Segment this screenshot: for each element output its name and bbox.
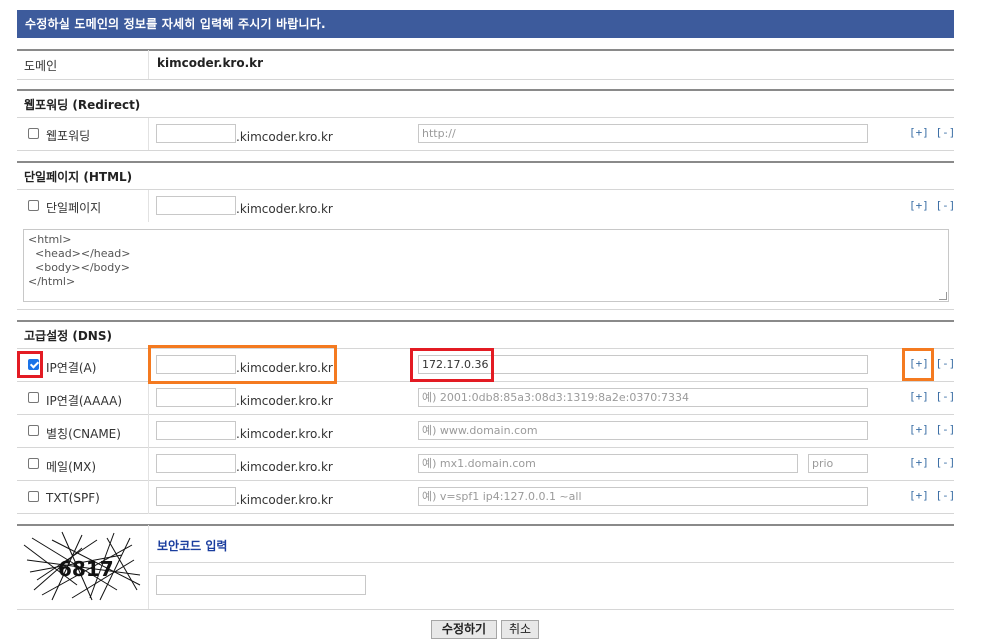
captcha-text: 6817 xyxy=(58,557,114,581)
redirect-checkbox[interactable] xyxy=(28,128,39,139)
dns-aaaa-domain-suffix: .kimcoder.kro.kr xyxy=(236,394,333,408)
redirect-domain-suffix: .kimcoder.kro.kr xyxy=(236,130,333,144)
divider xyxy=(17,320,954,322)
dns-txt-label: TXT(SPF) xyxy=(46,491,100,505)
dns-mx-subdomain-input[interactable] xyxy=(156,454,236,473)
divider xyxy=(17,117,954,118)
remove-button[interactable]: [-] xyxy=(936,199,956,212)
redirect-url-input[interactable]: http:// xyxy=(418,124,868,143)
remove-button[interactable]: [-] xyxy=(936,423,956,436)
dns-cname-subdomain-input[interactable] xyxy=(156,421,236,440)
add-button[interactable]: [+] xyxy=(909,423,929,436)
divider xyxy=(148,50,149,79)
remove-button[interactable]: [-] xyxy=(936,126,956,139)
divider xyxy=(17,309,954,310)
dns-cname-add-remove: [+] [-] xyxy=(909,423,955,436)
dns-cname-domain-suffix: .kimcoder.kro.kr xyxy=(236,427,333,441)
dns-cname-checkbox[interactable] xyxy=(28,425,39,436)
divider xyxy=(148,525,149,609)
dns-aaaa-value-input[interactable]: 예) 2001:0db8:85a3:08d3:1319:8a2e:0370:73… xyxy=(418,388,868,407)
divider xyxy=(17,150,954,151)
add-button[interactable]: [+] xyxy=(909,489,929,502)
divider xyxy=(148,118,149,150)
divider xyxy=(17,189,954,190)
divider xyxy=(17,89,954,91)
cancel-button[interactable]: 취소 xyxy=(501,620,539,639)
add-button[interactable]: [+] xyxy=(909,456,929,469)
dns-cname-label: 별칭(CNAME) xyxy=(46,427,121,441)
dns-txt-domain-suffix: .kimcoder.kro.kr xyxy=(236,493,333,507)
divider xyxy=(149,562,954,563)
remove-button[interactable]: [-] xyxy=(936,489,956,502)
add-button[interactable]: [+] xyxy=(909,390,929,403)
divider xyxy=(17,447,954,448)
dns-aaaa-label: IP연결(AAAA) xyxy=(46,394,123,408)
divider xyxy=(17,609,954,610)
dns-mx-prio-input[interactable]: prio xyxy=(808,454,868,473)
dns-txt-add-remove: [+] [-] xyxy=(909,489,955,502)
dns-mx-value-input[interactable]: 예) mx1.domain.com xyxy=(418,454,798,473)
divider xyxy=(17,49,954,51)
security-code-input[interactable] xyxy=(156,575,366,595)
highlight-checkbox xyxy=(17,351,43,378)
redirect-add-remove: [+] [-] xyxy=(909,126,955,139)
html-checkbox[interactable] xyxy=(28,200,39,211)
html-label: 단일페이지 xyxy=(46,201,102,215)
dns-aaaa-subdomain-input[interactable] xyxy=(156,388,236,407)
dns-txt-value-input[interactable]: 예) v=spf1 ip4:127.0.0.1 ~all xyxy=(418,487,868,506)
divider xyxy=(17,79,954,80)
captcha-image: 6817 xyxy=(22,530,144,602)
dns-cname-value-input[interactable]: 예) www.domain.com xyxy=(418,421,868,440)
dns-aaaa-add-remove: [+] [-] xyxy=(909,390,955,403)
redirect-section-title: 웹포워딩 (Redirect) xyxy=(24,98,141,112)
dns-txt-subdomain-input[interactable] xyxy=(156,487,236,506)
security-code-title: 보안코드 입력 xyxy=(157,539,228,553)
html-content-textarea[interactable]: <html> <head></head> <body></body> </htm… xyxy=(23,229,949,302)
domain-label: 도메인 xyxy=(24,59,58,73)
dns-mx-add-remove: [+] [-] xyxy=(909,456,955,469)
remove-button[interactable]: [-] xyxy=(936,357,956,370)
dns-mx-domain-suffix: .kimcoder.kro.kr xyxy=(236,460,333,474)
divider xyxy=(17,513,954,514)
divider xyxy=(17,480,954,481)
dns-a-label: IP연결(A) xyxy=(46,361,97,375)
html-add-remove: [+] [-] xyxy=(909,199,955,212)
highlight-add xyxy=(902,348,934,381)
dns-txt-checkbox[interactable] xyxy=(28,491,39,502)
redirect-label: 웹포워딩 xyxy=(46,129,91,143)
domain-value: kimcoder.kro.kr xyxy=(157,56,264,70)
remove-button[interactable]: [-] xyxy=(936,390,956,403)
dns-mx-label: 메일(MX) xyxy=(46,460,97,474)
divider xyxy=(17,524,954,526)
remove-button[interactable]: [-] xyxy=(936,456,956,469)
dns-aaaa-checkbox[interactable] xyxy=(28,392,39,403)
highlight-ip xyxy=(410,348,494,382)
submit-button[interactable]: 수정하기 xyxy=(431,620,497,639)
html-domain-suffix: .kimcoder.kro.kr xyxy=(236,202,333,216)
divider xyxy=(148,190,149,222)
divider xyxy=(17,161,954,163)
add-button[interactable]: [+] xyxy=(909,126,929,139)
dns-mx-checkbox[interactable] xyxy=(28,458,39,469)
add-button[interactable]: [+] xyxy=(909,199,929,212)
divider xyxy=(17,414,954,415)
redirect-subdomain-input[interactable] xyxy=(156,124,236,143)
dns-section-title: 고급설정 (DNS) xyxy=(24,329,112,343)
domain-edit-page: 수정하실 도메인의 정보를 자세히 입력해 주시기 바랍니다. 도메인 kimc… xyxy=(0,0,996,643)
page-title: 수정하실 도메인의 정보를 자세히 입력해 주시기 바랍니다. xyxy=(17,10,954,38)
html-section-title: 단일페이지 (HTML) xyxy=(24,170,133,184)
html-subdomain-input[interactable] xyxy=(156,196,236,215)
highlight-subdomain xyxy=(148,345,337,384)
